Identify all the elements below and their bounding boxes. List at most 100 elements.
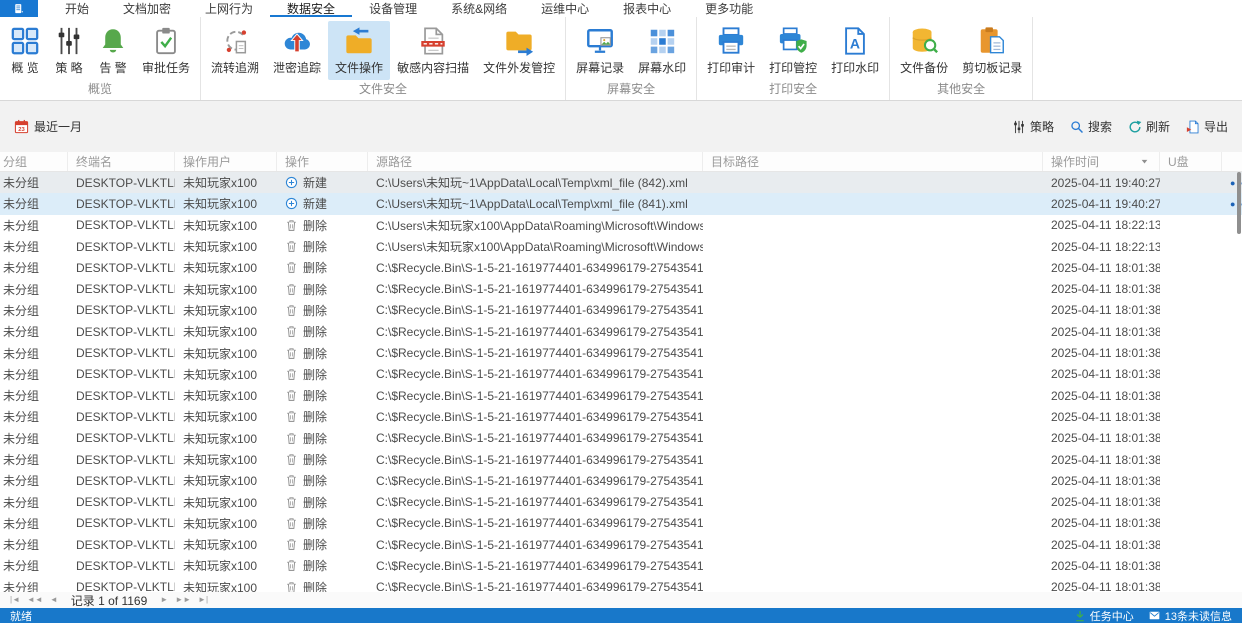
table-row[interactable]: 未分组 DESKTOP-VLKTLE1 未知玩家x100 删除 C:\$Recycle.… bbox=[0, 278, 1242, 299]
trash-icon bbox=[285, 538, 298, 551]
search-button[interactable]: 搜索 bbox=[1070, 118, 1112, 135]
time-cell: 2025-04-11 18:01:38 bbox=[1051, 452, 1160, 467]
column-header-label: 分组 bbox=[3, 155, 28, 169]
trash-icon bbox=[285, 261, 298, 274]
column-header-目标路径[interactable]: 目标路径 bbox=[703, 152, 1043, 171]
prev-page-button[interactable]: ◄ bbox=[50, 596, 58, 604]
ribbon-group-label: 概览 bbox=[88, 82, 113, 96]
ribbon-item-打印审计[interactable]: 打印审计 bbox=[700, 21, 762, 80]
table-row[interactable]: 未分组 DESKTOP-VLKTLE1 未知玩家x100 删除 C:\$Recycle.… bbox=[0, 428, 1242, 449]
ribbon-item-剪切板记录[interactable]: 剪切板记录 bbox=[955, 21, 1029, 80]
table-row[interactable]: 未分组 DESKTOP-VLKTLE1 未知玩家x100 删除 C:\$Recycle.… bbox=[0, 449, 1242, 470]
plus-circle-icon bbox=[285, 197, 298, 210]
ribbon-item-屏幕水印[interactable]: 屏幕水印 bbox=[631, 21, 693, 80]
column-header-终端名[interactable]: 终端名 bbox=[68, 152, 175, 171]
tab-更多功能[interactable]: 更多功能 bbox=[688, 0, 770, 17]
column-header-label: 操作 bbox=[285, 155, 310, 169]
table-row[interactable]: 未分组 DESKTOP-VLKTLE1 未知玩家x100 删除 C:\$Recycle.… bbox=[0, 577, 1242, 592]
ribbon-item-文件外发管控[interactable]: 文件外发管控 bbox=[476, 21, 562, 80]
table-row[interactable]: 未分组 DESKTOP-VLKTLE1 未知玩家x100 删除 C:\$Recycle.… bbox=[0, 321, 1242, 342]
date-range-filter[interactable]: 23 最近一月 bbox=[14, 118, 82, 135]
table-row[interactable]: 未分组 DESKTOP-VLKTLE1 未知玩家x100 删除 C:\$Recycle.… bbox=[0, 491, 1242, 512]
tab-设备管理[interactable]: 设备管理 bbox=[352, 0, 434, 17]
ribbon-item-文件备份[interactable]: 文件备份 bbox=[893, 21, 955, 80]
ribbon-item-泄密追踪[interactable]: 泄密追踪 bbox=[266, 21, 328, 80]
ribbon-item-label: 打印水印 bbox=[831, 61, 880, 75]
table-row[interactable]: 未分组 DESKTOP-VLKTLE1 未知玩家x100 删除 C:\$Recycle.… bbox=[0, 470, 1242, 491]
ribbon-item-审批任务[interactable]: 审批任务 bbox=[135, 21, 197, 80]
fast-next-button[interactable]: ►► bbox=[175, 596, 191, 604]
column-header-U盘[interactable]: U盘 bbox=[1160, 152, 1222, 171]
table-row[interactable]: 未分组 DESKTOP-VLKTLE1 未知玩家x100 删除 C:\$Recycle.… bbox=[0, 513, 1242, 534]
table-row[interactable]: 未分组 DESKTOP-VLKTLE1 未知玩家x100 删除 C:\$Recycle.… bbox=[0, 555, 1242, 576]
sliders-small-icon bbox=[1012, 120, 1026, 134]
next-page-button[interactable]: ► bbox=[160, 596, 168, 604]
ribbon-group-label: 屏幕安全 bbox=[607, 82, 656, 96]
ribbon-item-文件操作[interactable]: 文件操作 bbox=[328, 21, 391, 80]
clipboard-check-icon bbox=[151, 26, 181, 56]
column-header-分组[interactable]: 分组 bbox=[0, 152, 68, 171]
tab-报表中心[interactable]: 报表中心 bbox=[606, 0, 688, 17]
tab-数据安全[interactable]: 数据安全 bbox=[270, 0, 352, 17]
table-row[interactable]: 未分组 DESKTOP-VLKTLE1 未知玩家x100 删除 C:\$Recycle.… bbox=[0, 300, 1242, 321]
table-row[interactable]: 未分组 DESKTOP-VLKTLE1 未知玩家x100 新建 C:\Users\未知玩… bbox=[0, 193, 1242, 215]
column-header-操作[interactable]: 操作 bbox=[277, 152, 368, 171]
ribbon-item-打印水印[interactable]: A 打印水印 bbox=[824, 21, 886, 80]
source-path-cell: C:\$Recycle.Bin\S-1-5-21-1619774401-6349… bbox=[376, 473, 703, 488]
group-cell: 未分组 bbox=[3, 410, 40, 425]
tab-运维中心[interactable]: 运维中心 bbox=[524, 0, 606, 17]
tab-上网行为[interactable]: 上网行为 bbox=[188, 0, 270, 17]
ribbon-item-概览[interactable]: 概 览 bbox=[3, 21, 47, 80]
folder-out-icon bbox=[504, 26, 534, 56]
source-path-cell: C:\Users\未知玩~1\AppData\Local\Temp\xml_fi… bbox=[376, 176, 688, 191]
policy-button[interactable]: 策略 bbox=[1012, 118, 1054, 135]
tab-开始[interactable]: 开始 bbox=[48, 0, 106, 17]
ribbon-item-打印管控[interactable]: 打印管控 bbox=[762, 21, 824, 80]
source-path-cell: C:\$Recycle.Bin\S-1-5-21-1619774401-6349… bbox=[376, 260, 703, 275]
scrollbar-thumb[interactable] bbox=[1237, 172, 1241, 234]
table-row[interactable]: 未分组 DESKTOP-VLKTLE1 未知玩家x100 删除 C:\$Recycle.… bbox=[0, 534, 1242, 555]
last-page-button[interactable]: ►| bbox=[198, 596, 208, 604]
app-menu-button[interactable] bbox=[0, 0, 38, 17]
ribbon-item-屏幕记录[interactable]: 屏幕记录 bbox=[569, 21, 631, 80]
ribbon-item-告警[interactable]: 告 警 bbox=[91, 21, 135, 80]
export-button[interactable]: 导出 bbox=[1186, 118, 1228, 135]
record-count-label: 记录 1 of 1169 bbox=[70, 593, 148, 608]
table-row[interactable]: 未分组 DESKTOP-VLKTLE1 未知玩家x100 新建 C:\Users\未知玩… bbox=[0, 172, 1242, 194]
unread-messages-button[interactable]: 13条未读信息 bbox=[1148, 608, 1232, 623]
operation-cell: 删除 bbox=[277, 577, 368, 592]
ribbon-item-敏感内容扫描[interactable]: 敏感内容扫描 bbox=[390, 21, 476, 80]
table-row[interactable]: 未分组 DESKTOP-VLKTLE1 未知玩家x100 删除 C:\$Recycle.… bbox=[0, 342, 1242, 363]
table-row[interactable]: 未分组 DESKTOP-VLKTLE1 未知玩家x100 删除 C:\$Recycle.… bbox=[0, 364, 1242, 385]
fast-prev-button[interactable]: ◄◄ bbox=[27, 596, 43, 604]
column-header-label: 源路径 bbox=[376, 155, 413, 169]
refresh-button[interactable]: 刷新 bbox=[1128, 118, 1170, 135]
user-cell: 未知玩家x100 bbox=[183, 367, 258, 382]
table-row[interactable]: 未分组 DESKTOP-VLKTLE1 未知玩家x100 删除 C:\$Recycle.… bbox=[0, 406, 1242, 427]
trash-icon bbox=[285, 410, 298, 423]
column-header-label: 目标路径 bbox=[711, 155, 760, 169]
column-header-操作时间[interactable]: 操作时间 bbox=[1043, 152, 1160, 171]
ribbon-item-label: 屏幕记录 bbox=[576, 61, 625, 75]
table-row[interactable]: 未分组 DESKTOP-VLKTLE1 未知玩家x100 删除 C:\Users\未知玩… bbox=[0, 236, 1242, 257]
vertical-scrollbar[interactable] bbox=[1236, 172, 1242, 592]
table-row[interactable]: 未分组 DESKTOP-VLKTLE1 未知玩家x100 删除 C:\$Recycle.… bbox=[0, 385, 1242, 406]
pagination-bar: |◄ ◄◄ ◄ 记录 1 of 1169 ► ►► ►| bbox=[0, 592, 1242, 608]
column-header-操作用户[interactable]: 操作用户 bbox=[175, 152, 277, 171]
user-cell: 未知玩家x100 bbox=[183, 495, 258, 510]
table-row[interactable]: 未分组 DESKTOP-VLKTLE1 未知玩家x100 删除 C:\Users\未知玩… bbox=[0, 215, 1242, 236]
tab-系统&网络[interactable]: 系统&网络 bbox=[434, 0, 524, 17]
column-header-源路径[interactable]: 源路径 bbox=[368, 152, 703, 171]
tab-文档加密[interactable]: 文档加密 bbox=[106, 0, 188, 17]
first-page-button[interactable]: |◄ bbox=[10, 596, 20, 604]
target-path-cell bbox=[703, 257, 1043, 278]
usb-cell bbox=[1160, 406, 1222, 427]
ribbon-item-流转追溯[interactable]: 流转追溯 bbox=[204, 21, 266, 80]
caret-down-icon[interactable] bbox=[1140, 157, 1149, 166]
task-center-button[interactable]: 任务中心 bbox=[1074, 608, 1134, 623]
ribbon-group-label: 打印安全 bbox=[769, 82, 818, 96]
ribbon-item-策略[interactable]: 策 略 bbox=[47, 21, 91, 80]
ribbon-item-label: 敏感内容扫描 bbox=[397, 61, 470, 75]
terminal-cell: DESKTOP-VLKTLE1 bbox=[76, 324, 175, 339]
table-row[interactable]: 未分组 DESKTOP-VLKTLE1 未知玩家x100 删除 C:\$Recycle.… bbox=[0, 257, 1242, 278]
